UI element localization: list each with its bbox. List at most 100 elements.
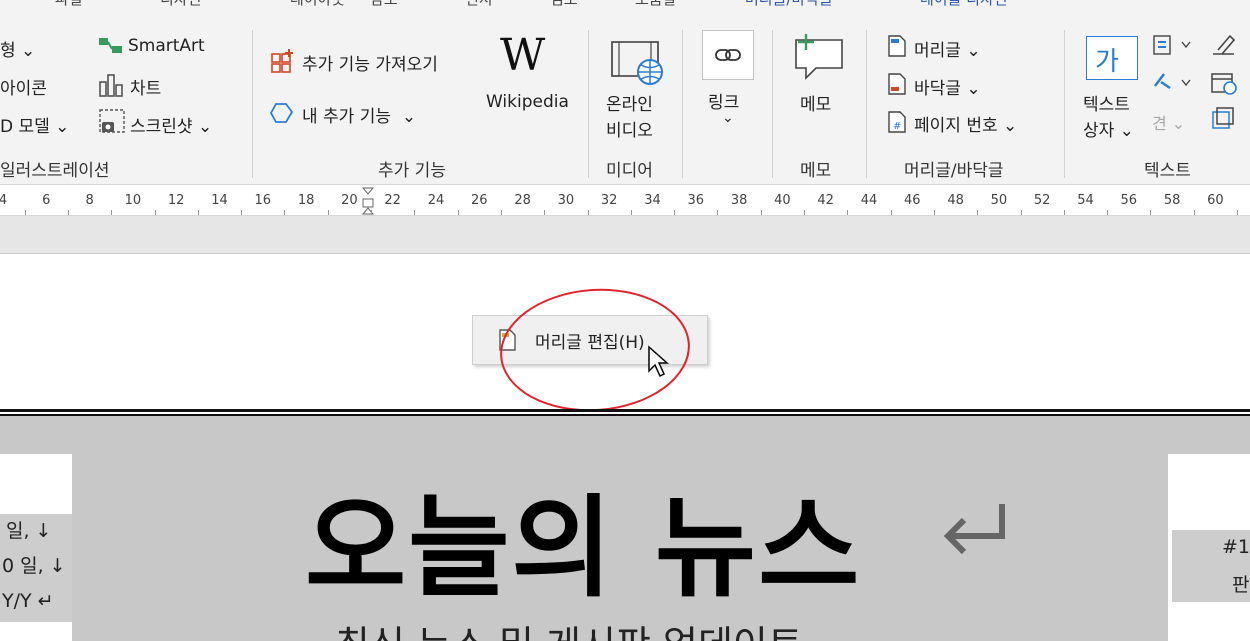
group-separator	[682, 30, 683, 178]
my-addins-button[interactable]: 내 추가 기능 ⌄	[302, 102, 416, 127]
page-number-button[interactable]: 페이지 번호 ⌄	[914, 111, 1017, 136]
ruler-number: 22	[384, 193, 401, 208]
ruler-number: 42	[817, 193, 834, 208]
ruler-tick	[327, 210, 329, 215]
chart-button[interactable]: 차트	[130, 74, 161, 99]
ruler-number: 8	[85, 193, 94, 208]
header-button[interactable]: 머리글 ⌄	[914, 36, 981, 61]
right-text-line: 판	[1232, 574, 1250, 596]
illustrations-group-label: 일러스트레이션	[0, 161, 110, 181]
my-addins-icon	[269, 103, 294, 123]
ruler-number: 24	[427, 193, 445, 208]
tab-4[interactable]: 참조	[370, 0, 398, 9]
get-addins-button[interactable]: 추가 기능 가져오기	[302, 50, 438, 75]
group-separator	[772, 30, 773, 178]
link-button-frame[interactable]	[702, 30, 754, 80]
signature-line-icon	[1213, 34, 1236, 55]
ruler-tick	[544, 210, 546, 215]
indent-marker-icon[interactable]	[360, 186, 376, 216]
ruler-number: 4	[0, 193, 8, 208]
ruler-tick	[587, 210, 589, 215]
ruler-tick	[414, 210, 416, 215]
header-footer-group-label: 머리글/바닥글	[904, 161, 1004, 181]
ruler-tick	[847, 210, 849, 215]
footer-button[interactable]: 바닥글 ⌄	[914, 74, 981, 99]
paragraph-mark-icon	[943, 504, 1005, 555]
ruler-number: 28	[514, 193, 531, 208]
page-number-icon: #	[888, 111, 906, 133]
left-text-line: 0 일, ↓	[2, 555, 66, 577]
group-separator	[1064, 30, 1065, 178]
ruler-tick	[500, 210, 502, 215]
shapes-button[interactable]: 형 ⌄	[0, 36, 35, 61]
ruler-tick	[371, 210, 373, 215]
online-video-line1[interactable]: 온라인	[606, 90, 653, 115]
header-boundary-line	[0, 409, 1250, 416]
document-subtitle[interactable]: 최신 뉴스 및 게시판 업데이트	[335, 614, 803, 641]
ruler-number: 12	[167, 193, 185, 208]
link-dropdown-chevron-icon[interactable]: ⌄	[722, 110, 734, 126]
3d-models-button[interactable]: D 모델 ⌄	[0, 112, 69, 137]
right-text-line: #1	[1222, 536, 1250, 558]
date-time-icon	[1211, 73, 1237, 95]
wikipedia-icon: W	[500, 30, 546, 81]
ruler-number: 58	[1163, 193, 1181, 208]
tab-table-design[interactable]: 테이블 디자인	[920, 0, 1008, 9]
online-video-line2[interactable]: 비디오	[606, 116, 653, 141]
media-group-label: 미디어	[606, 161, 653, 181]
get-addins-icon	[271, 49, 293, 73]
quick-parts-icon	[1153, 35, 1191, 55]
tab-header-footer[interactable]: 머리글/바닥글	[745, 0, 833, 9]
tab-7[interactable]: 도움말	[635, 0, 676, 9]
tab-3[interactable]: 레이아웃	[290, 0, 345, 9]
ruler-number: 56	[1120, 193, 1138, 208]
ruler-tick	[1063, 210, 1065, 215]
svg-text:#: #	[893, 121, 901, 132]
ruler-tick	[1193, 210, 1195, 215]
tab-1[interactable]: 파일	[55, 0, 83, 9]
ruler-number: 30	[557, 193, 575, 208]
page-gap	[0, 216, 1250, 254]
ruler-tick	[890, 210, 892, 215]
drop-cap-disabled: 견 ⌄	[1152, 114, 1186, 133]
ruler-number: 34	[644, 193, 661, 208]
document-title[interactable]: 오늘의 뉴스	[305, 458, 861, 618]
ruler-tick	[1237, 210, 1239, 215]
ribbon: 파일 디자인 레이아웃 참조 편지 검토 도움말 머리글/바닥글 테이블 디자인…	[0, 0, 1250, 185]
tab-6[interactable]: 검토	[550, 0, 578, 9]
ruler-number: 54	[1077, 193, 1094, 208]
ruler-number: 32	[600, 193, 618, 208]
ruler-number: 16	[254, 193, 272, 208]
tab-5[interactable]: 편지	[465, 0, 493, 9]
screenshot-button[interactable]: 스크린샷 ⌄	[130, 112, 212, 137]
ruler-number: 26	[471, 193, 488, 208]
textbox-button-line1[interactable]: 텍스트	[1083, 90, 1130, 115]
ruler-tick	[67, 210, 69, 215]
textbox-button-line2[interactable]: 상자 ⌄	[1083, 116, 1134, 141]
tab-2[interactable]: 디자인	[160, 0, 201, 9]
comments-group-label: 메모	[800, 161, 832, 181]
left-text-line: Y/Y ↵	[2, 590, 54, 612]
ruler-number: 46	[904, 193, 921, 208]
wikipedia-button[interactable]: Wikipedia	[486, 92, 569, 112]
group-separator	[588, 30, 589, 178]
ruler-tick	[284, 210, 286, 215]
smartart-button[interactable]: SmartArt	[128, 36, 205, 56]
new-comment-icon	[795, 34, 843, 80]
ribbon-tab-strip: 파일 디자인 레이아웃 참조 편지 검토 도움말 머리글/바닥글 테이블 디자인	[0, 0, 1250, 10]
footer-icon	[888, 73, 906, 95]
group-separator	[866, 30, 867, 178]
object-icon	[1212, 107, 1234, 129]
ruler-number: 52	[1033, 193, 1051, 208]
ruler-number: 38	[730, 193, 748, 208]
left-text-line: 일, ↓	[6, 520, 52, 542]
horizontal-ruler[interactable]: 4 6 8 10 12 14 16 18 20 22 24 26 28 30 32 34 36 38 40 42 44 4…	[0, 186, 1250, 216]
ruler-tick	[804, 210, 806, 215]
online-video-icon	[611, 41, 663, 85]
screenshot-icon	[99, 109, 125, 133]
icons-button[interactable]: 아이콘	[0, 74, 47, 99]
ruler-tick	[241, 210, 243, 215]
new-comment-button[interactable]: 메모	[800, 90, 831, 115]
group-separator	[252, 30, 253, 178]
ruler-tick	[197, 210, 199, 215]
